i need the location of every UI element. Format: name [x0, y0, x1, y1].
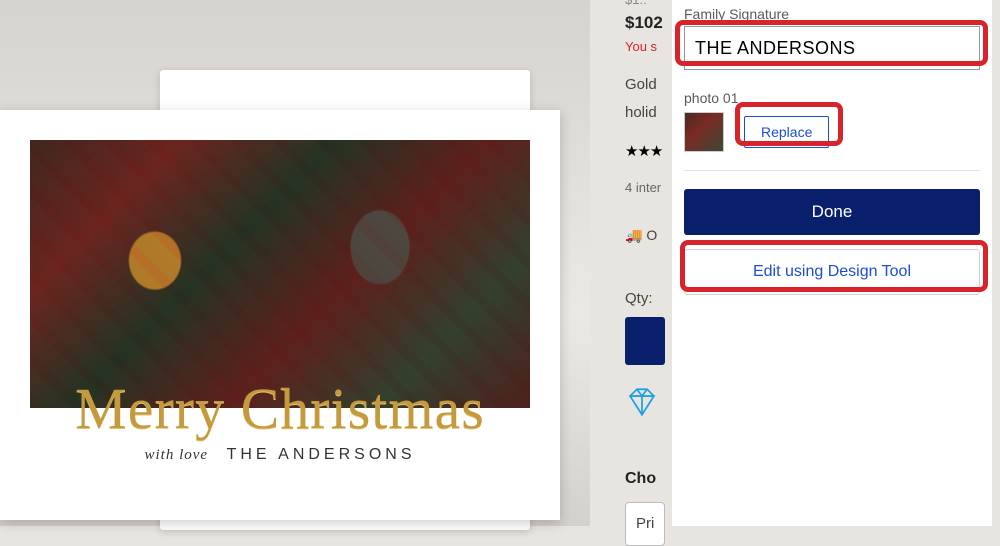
- card-text-block: Merry Christmas with love THE ANDERSONS: [30, 416, 530, 492]
- diamond-icon: [625, 387, 659, 417]
- done-button[interactable]: Done: [684, 189, 980, 235]
- card-signature: THE ANDERSONS: [227, 446, 416, 463]
- photo-row: Replace: [684, 112, 980, 152]
- personalize-panel: Family Signature photo 01 Replace Done E…: [672, 0, 992, 526]
- dropdown-value: Pri: [636, 515, 654, 532]
- photo-thumbnail[interactable]: [684, 112, 724, 152]
- product-preview: Merry Christmas with love THE ANDERSONS: [0, 0, 590, 526]
- card-subline: with love THE ANDERSONS: [30, 446, 530, 464]
- shipping-text: O: [642, 227, 657, 243]
- panel-divider: [684, 170, 980, 171]
- card-subline-prefix: with love: [144, 447, 208, 463]
- replace-photo-button[interactable]: Replace: [744, 116, 829, 148]
- card-photo: [30, 140, 530, 408]
- edit-design-tool-button[interactable]: Edit using Design Tool: [684, 249, 980, 295]
- signature-input[interactable]: [684, 26, 980, 70]
- photo-field-label: photo 01: [684, 90, 980, 106]
- card-front[interactable]: Merry Christmas with love THE ANDERSONS: [0, 110, 560, 520]
- truck-icon: 🚚: [625, 227, 642, 243]
- paper-type-select[interactable]: Pri: [625, 502, 665, 546]
- card-headline: Merry Christmas: [30, 380, 530, 438]
- signature-field-label: Family Signature: [684, 6, 980, 22]
- add-to-cart-button[interactable]: [625, 317, 665, 365]
